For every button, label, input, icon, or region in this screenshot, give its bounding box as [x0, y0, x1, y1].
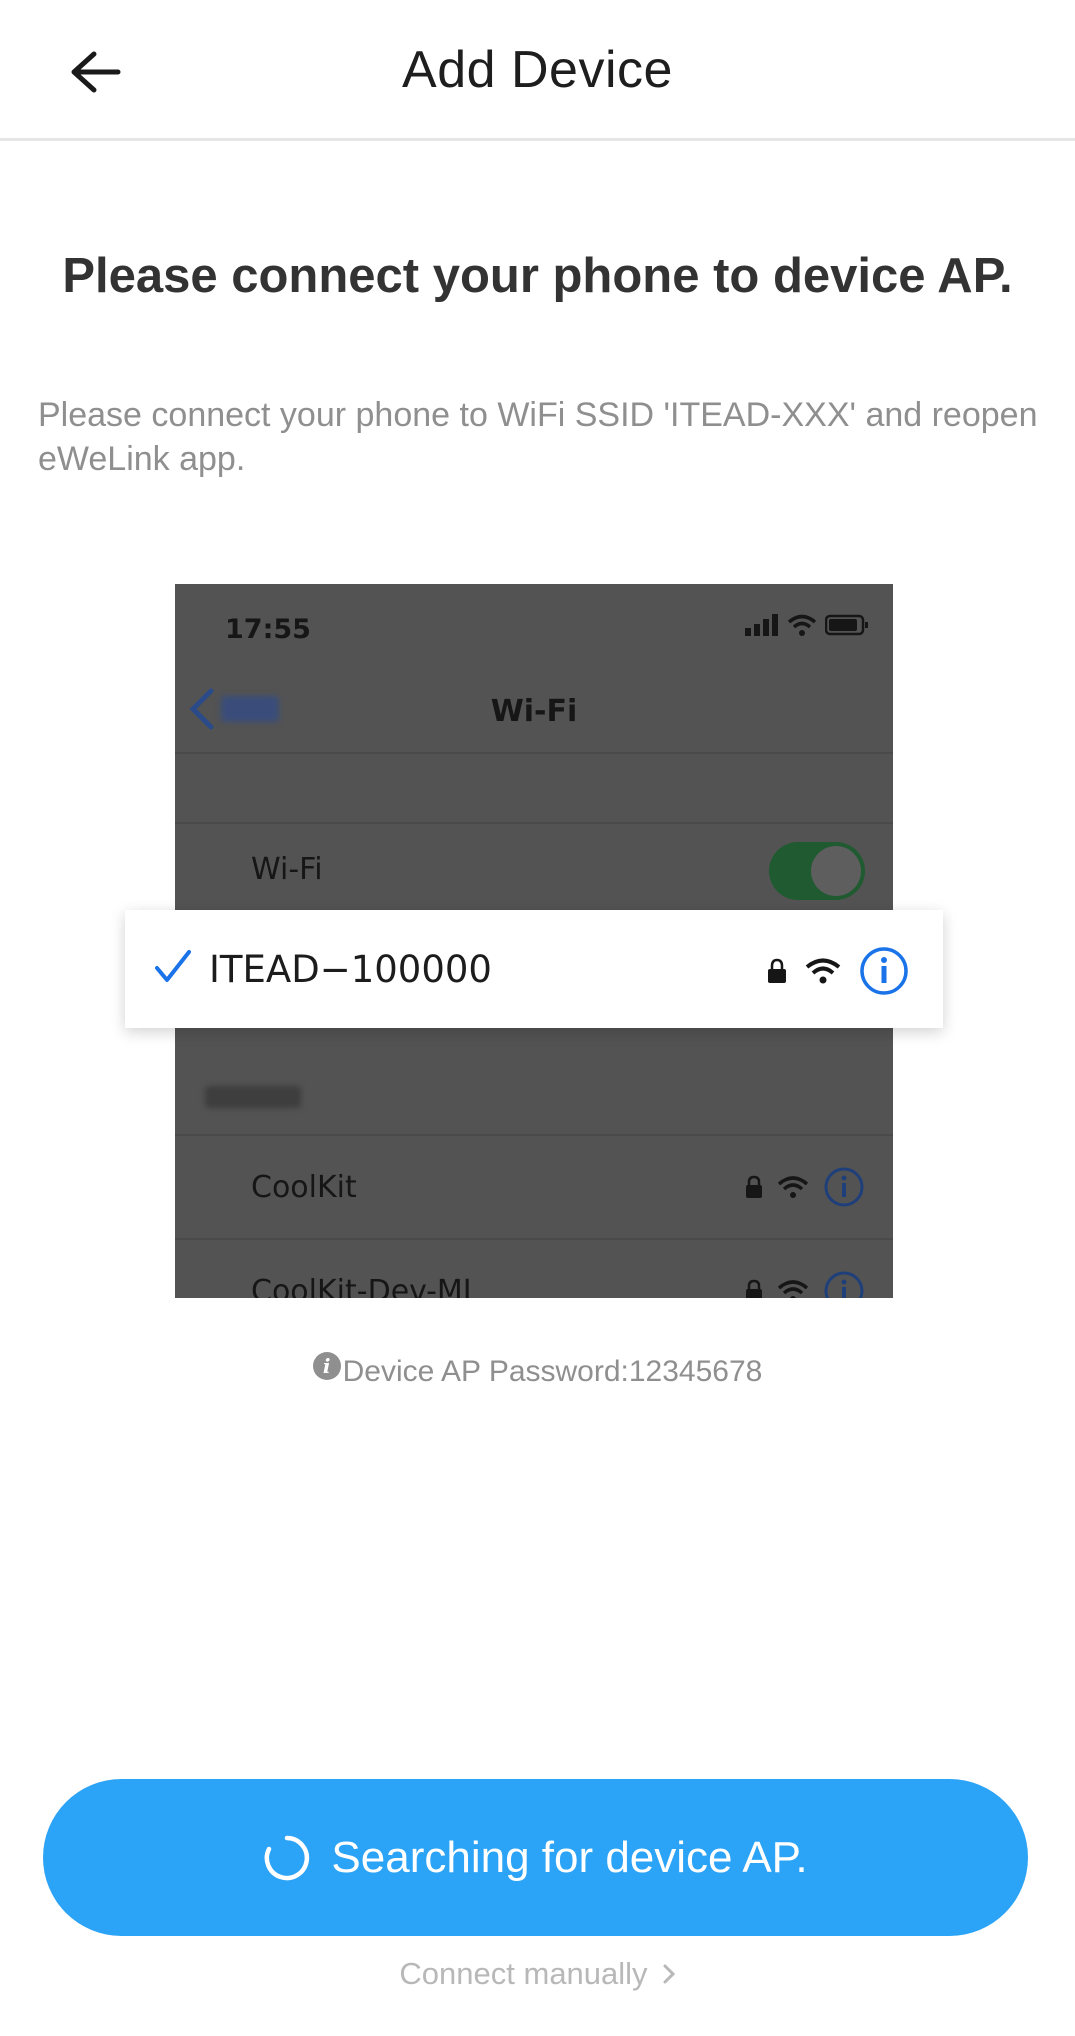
selected-network-card: ITEAD−100000 [125, 910, 943, 1028]
network-icons [745, 1166, 865, 1208]
selected-ssid: ITEAD−100000 [209, 948, 492, 991]
checkmark-icon [155, 950, 191, 982]
battery-icon [825, 614, 868, 636]
network-row: CoolKit [175, 1134, 893, 1240]
ap-password-hint: i Device AP Password:12345678 [0, 1352, 1075, 1389]
selected-network-icons [767, 946, 909, 996]
lock-icon [768, 958, 786, 983]
wifi-status-icon [787, 614, 817, 636]
spinner-icon [265, 1835, 310, 1880]
wifi-icon [777, 1176, 809, 1198]
info-circle-icon [860, 947, 908, 995]
lock-icon [746, 1279, 762, 1298]
page-title: Add Device [402, 41, 673, 99]
wifi-icon [777, 1280, 809, 1298]
network-name: CoolKit-Dev-ML [251, 1274, 480, 1298]
network-row: CoolKit-Dev-ML [175, 1238, 893, 1298]
wifi-icon [805, 958, 841, 984]
lock-icon [746, 1175, 762, 1198]
signal-bars-icon [745, 614, 778, 636]
divider [175, 752, 893, 754]
illustration-nav-title: Wi-Fi [490, 694, 578, 729]
connect-manually-link[interactable]: Connect manually [0, 1956, 1075, 1992]
wifi-toggle [769, 842, 865, 900]
wifi-label: Wi-Fi [251, 852, 323, 887]
network-icons [745, 1270, 865, 1298]
illustration-time: 17:55 [225, 614, 311, 645]
info-circle-icon [824, 1271, 864, 1298]
connect-manually-label: Connect manually [399, 1956, 648, 1991]
blurred-section-header [205, 1086, 301, 1108]
instruction-description: Please connect your phone to WiFi SSID '… [38, 396, 1038, 478]
info-circle-icon [824, 1167, 864, 1207]
search-button-label: Searching for device AP. [331, 1832, 808, 1882]
toggle-knob [811, 846, 861, 896]
instruction-heading: Please connect your phone to device AP. [62, 249, 1013, 303]
searching-device-ap-button[interactable]: Searching for device AP. [43, 1779, 1028, 1936]
header-bar: Add Device [0, 0, 1075, 141]
chevron-right-icon [663, 1964, 675, 1984]
network-name: CoolKit [251, 1170, 357, 1205]
info-icon: i [312, 1352, 341, 1380]
ap-password-text: Device AP Password:12345678 [342, 1355, 763, 1388]
status-icons [745, 614, 869, 636]
wifi-toggle-row: Wi-Fi [175, 822, 893, 916]
